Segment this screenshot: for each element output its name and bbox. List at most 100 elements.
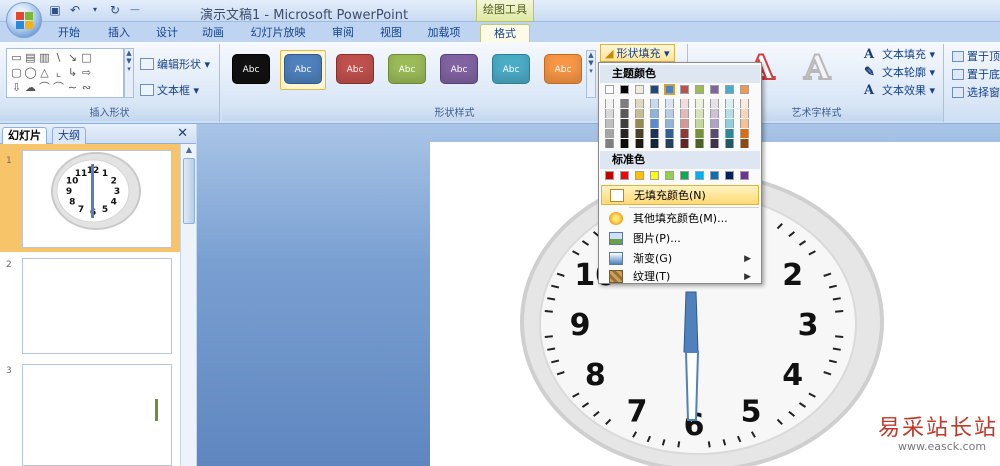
line-shape-icon[interactable]: \ bbox=[52, 52, 65, 63]
theme-shade-swatch[interactable] bbox=[725, 109, 734, 118]
theme-color-swatch[interactable] bbox=[680, 85, 689, 94]
tab-addins[interactable]: 加载项 bbox=[424, 24, 464, 42]
standard-color-swatch[interactable] bbox=[650, 171, 659, 180]
theme-shade-swatch[interactable] bbox=[710, 99, 719, 108]
arc-shape-icon[interactable]: ⌒ bbox=[52, 82, 65, 93]
theme-shade-swatch[interactable] bbox=[605, 119, 614, 128]
shapes-gallery-scroll[interactable]: ▲ ▼ ▾ bbox=[124, 48, 134, 98]
shape-style-option[interactable]: Abc bbox=[388, 54, 426, 84]
theme-shade-swatch[interactable] bbox=[740, 99, 749, 108]
slide-thumbnail[interactable]: 121234567891011 bbox=[22, 150, 172, 248]
theme-color-swatch[interactable] bbox=[710, 85, 719, 94]
bring-to-front-button[interactable]: 置于顶 bbox=[952, 48, 1000, 64]
theme-shade-swatch[interactable] bbox=[635, 139, 644, 148]
theme-shade-swatch[interactable] bbox=[740, 119, 749, 128]
theme-shade-swatch[interactable] bbox=[680, 119, 689, 128]
theme-shade-swatch[interactable] bbox=[650, 99, 659, 108]
standard-color-swatch[interactable] bbox=[665, 171, 674, 180]
text-effects-button[interactable]: A 文本效果 ▾ bbox=[864, 82, 935, 98]
rectangle-shape-icon[interactable]: ▭ bbox=[10, 52, 23, 63]
down-arrow-shape-icon[interactable]: ⇩ bbox=[10, 82, 23, 93]
theme-shade-swatch[interactable] bbox=[695, 99, 704, 108]
theme-shade-swatch[interactable] bbox=[695, 119, 704, 128]
theme-shade-swatch[interactable] bbox=[635, 129, 644, 138]
slide-thumbnail[interactable] bbox=[22, 258, 172, 354]
theme-shade-swatch[interactable] bbox=[665, 99, 674, 108]
theme-shade-swatch[interactable] bbox=[635, 119, 644, 128]
shapes-gallery[interactable]: ▭ ▤ ▥ \ ↘ □ ▢ ◯ △ ⌞ ↳ ⇨ ⇩ ☁ ⌒ ⌒ ∼ ∾ bbox=[6, 48, 124, 98]
texture-fill-item[interactable]: 纹理(T) ▶ bbox=[601, 267, 759, 287]
arrow-line-shape-icon[interactable]: ↘ bbox=[66, 52, 79, 63]
tab-review[interactable]: 审阅 bbox=[328, 24, 358, 42]
tab-home[interactable]: 开始 bbox=[54, 24, 84, 42]
office-button[interactable] bbox=[6, 2, 42, 38]
text-box-button[interactable]: 文本框 ▾ bbox=[140, 82, 199, 98]
theme-shade-swatch[interactable] bbox=[695, 129, 704, 138]
tab-format[interactable]: 格式 bbox=[480, 24, 530, 42]
more-fill-colors-item[interactable]: 其他填充颜色(M)... bbox=[601, 209, 759, 229]
theme-shade-swatch[interactable] bbox=[680, 99, 689, 108]
shape-style-option[interactable]: Abc bbox=[440, 54, 478, 84]
picture-fill-item[interactable]: 图片(P)... bbox=[601, 229, 759, 249]
slide-thumbnail-row[interactable]: 3 bbox=[0, 358, 180, 466]
tab-slideshow[interactable]: 幻灯片放映 bbox=[246, 24, 310, 42]
shape-style-option[interactable]: Abc bbox=[544, 54, 582, 84]
tab-design[interactable]: 设计 bbox=[152, 24, 182, 42]
theme-shade-swatch[interactable] bbox=[650, 109, 659, 118]
theme-color-swatch[interactable] bbox=[725, 85, 734, 94]
theme-shade-swatch[interactable] bbox=[620, 139, 629, 148]
close-pane-icon[interactable]: ✕ bbox=[177, 126, 188, 141]
cloud-shape-icon[interactable]: ☁ bbox=[24, 82, 37, 93]
theme-shade-swatch[interactable] bbox=[605, 99, 614, 108]
customize-qat-icon[interactable]: ― bbox=[128, 3, 142, 17]
standard-color-swatch[interactable] bbox=[680, 171, 689, 180]
theme-shade-swatch[interactable] bbox=[635, 99, 644, 108]
standard-color-swatch[interactable] bbox=[725, 171, 734, 180]
rounded-rect-shape-icon[interactable]: ▢ bbox=[10, 67, 23, 78]
theme-shade-swatch[interactable] bbox=[620, 119, 629, 128]
tab-insert[interactable]: 插入 bbox=[104, 24, 134, 42]
shape-style-option[interactable]: Abc bbox=[232, 54, 270, 84]
theme-color-swatch[interactable] bbox=[635, 85, 644, 94]
theme-shade-swatch[interactable] bbox=[740, 129, 749, 138]
wordart-style-gray-outline[interactable]: A bbox=[803, 47, 831, 89]
undo-icon[interactable]: ↶ bbox=[68, 3, 82, 17]
tab-slides[interactable]: 幻灯片 bbox=[2, 127, 47, 144]
gradient-fill-item[interactable]: 渐变(G) ▶ bbox=[601, 249, 759, 269]
theme-shade-swatch[interactable] bbox=[650, 139, 659, 148]
theme-shade-swatch[interactable] bbox=[650, 119, 659, 128]
shape-style-option[interactable]: Abc bbox=[492, 54, 530, 84]
square-shape-icon[interactable]: □ bbox=[80, 52, 93, 63]
undo-dropdown-icon[interactable]: ▾ bbox=[88, 3, 102, 17]
theme-shade-swatch[interactable] bbox=[710, 129, 719, 138]
theme-shade-swatch[interactable] bbox=[680, 129, 689, 138]
theme-shade-swatch[interactable] bbox=[665, 129, 674, 138]
theme-shade-swatch[interactable] bbox=[725, 99, 734, 108]
standard-color-swatch[interactable] bbox=[695, 171, 704, 180]
theme-shade-swatch[interactable] bbox=[710, 139, 719, 148]
shape-fill-button[interactable]: ◢ 形状填充 ▾ bbox=[600, 44, 675, 62]
theme-color-swatch[interactable] bbox=[695, 85, 704, 94]
save-icon[interactable]: ▣ bbox=[48, 3, 62, 17]
send-to-back-button[interactable]: 置于底 bbox=[952, 66, 1000, 82]
theme-shade-swatch[interactable] bbox=[635, 109, 644, 118]
slides-pane-scrollbar[interactable]: ▲ bbox=[180, 144, 196, 466]
tab-animation[interactable]: 动画 bbox=[198, 24, 228, 42]
theme-shade-swatch[interactable] bbox=[710, 109, 719, 118]
scrollbar-thumb[interactable] bbox=[183, 158, 195, 224]
standard-color-swatch[interactable] bbox=[740, 171, 749, 180]
theme-color-swatch[interactable] bbox=[620, 85, 629, 94]
theme-shade-swatch[interactable] bbox=[695, 139, 704, 148]
standard-color-swatch[interactable] bbox=[620, 171, 629, 180]
theme-shade-swatch[interactable] bbox=[710, 119, 719, 128]
elbow-connector-shape-icon[interactable]: ⌞ bbox=[52, 67, 65, 78]
theme-color-swatch[interactable] bbox=[605, 85, 614, 94]
shape-style-option[interactable]: Abc bbox=[336, 54, 374, 84]
theme-shade-swatch[interactable] bbox=[725, 139, 734, 148]
theme-color-swatch[interactable] bbox=[664, 84, 675, 95]
right-arrow-shape-icon[interactable]: ⇨ bbox=[80, 67, 93, 78]
elbow-arrow-shape-icon[interactable]: ↳ bbox=[66, 67, 79, 78]
theme-color-swatch[interactable] bbox=[650, 85, 659, 94]
slide-thumbnail-row[interactable]: 1 121234567891011 bbox=[0, 144, 180, 252]
theme-shade-swatch[interactable] bbox=[605, 139, 614, 148]
